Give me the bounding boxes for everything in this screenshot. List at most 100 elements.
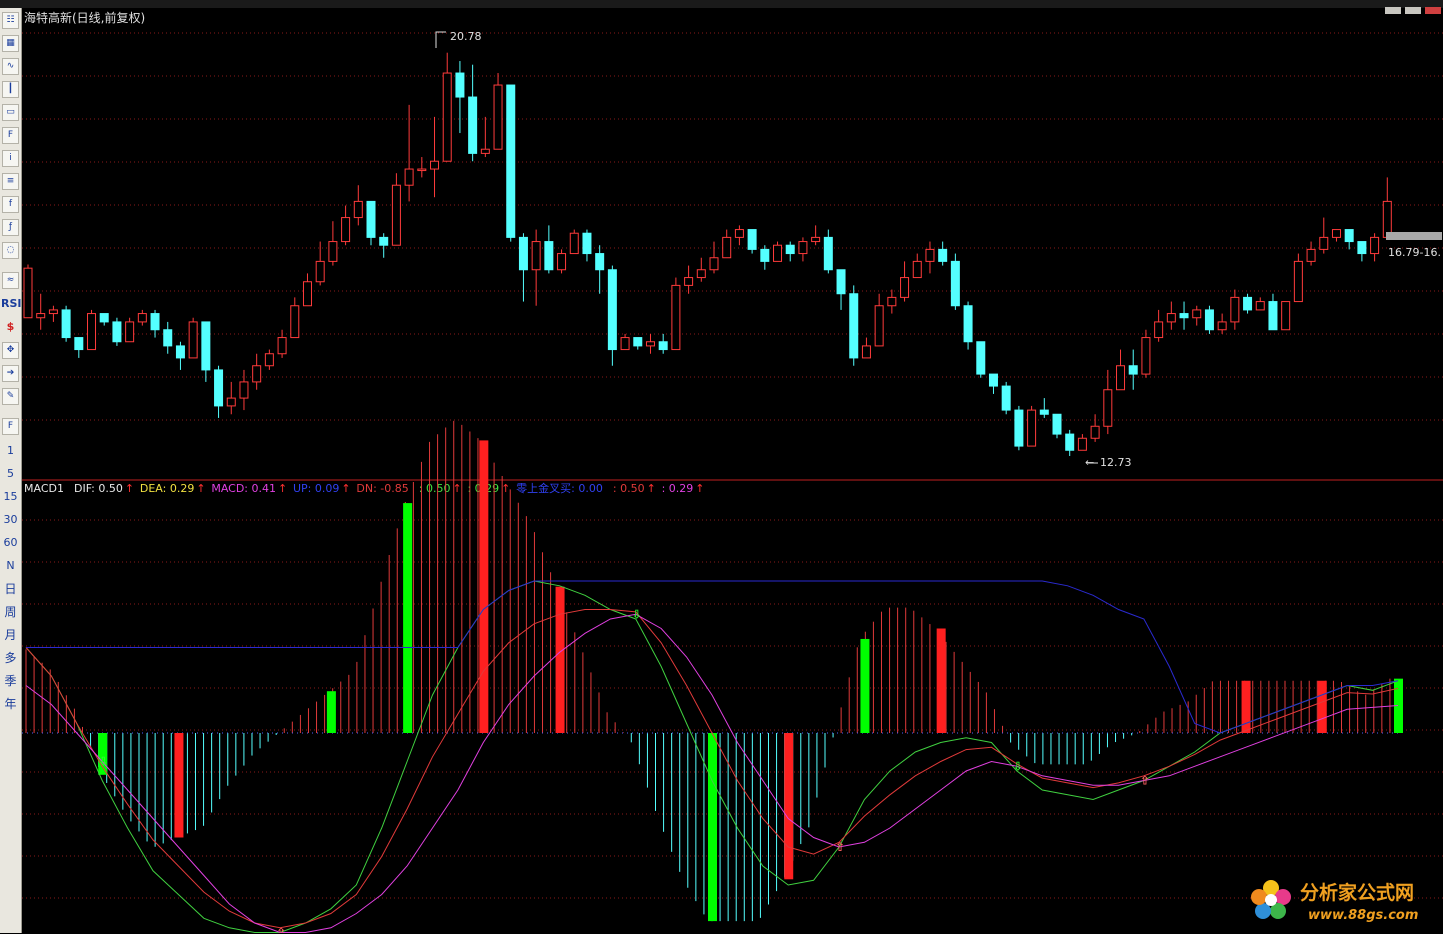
candle-down bbox=[1179, 313, 1189, 319]
period-30min-button[interactable]: 30 bbox=[1, 510, 20, 529]
fx-icon[interactable]: f bbox=[2, 196, 19, 213]
watermark-url: www.88gs.com bbox=[1308, 908, 1418, 923]
f10-icon[interactable]: F bbox=[2, 127, 19, 144]
candle-up bbox=[773, 244, 783, 262]
candle-up bbox=[125, 321, 135, 343]
notes-icon[interactable]: ≡ bbox=[2, 173, 19, 190]
move-icon[interactable]: ✥ bbox=[2, 342, 19, 359]
candle-up bbox=[861, 345, 871, 359]
candle-down bbox=[112, 321, 122, 343]
period-day-button[interactable]: 日 bbox=[1, 580, 20, 599]
legend-item: MACD: 0.41 bbox=[211, 482, 276, 495]
candle-up bbox=[1230, 296, 1240, 323]
macd-block bbox=[479, 440, 489, 733]
info-icon[interactable]: i bbox=[2, 150, 19, 167]
legend-item: DIF: 0.50 bbox=[74, 482, 123, 495]
candle-up bbox=[315, 260, 325, 283]
candle-up bbox=[1293, 260, 1303, 303]
formula-icon[interactable]: ƒ bbox=[2, 219, 19, 236]
macd-block bbox=[1241, 680, 1251, 733]
candle-up bbox=[900, 277, 910, 298]
macd-histogram bbox=[22, 420, 1403, 922]
candle-down bbox=[1344, 229, 1354, 243]
wave-icon[interactable]: ≈ bbox=[2, 272, 19, 289]
window-icon[interactable]: ▭ bbox=[2, 104, 19, 121]
candle-down bbox=[61, 309, 71, 339]
candle-down bbox=[518, 236, 528, 271]
candle-up bbox=[226, 397, 236, 407]
period-60min-button[interactable]: 60 bbox=[1, 533, 20, 552]
macd-block bbox=[403, 503, 413, 733]
candle-up bbox=[1166, 313, 1176, 323]
stock-title: 海特高新(日线,前复权) bbox=[24, 10, 145, 25]
period-quarter-button[interactable]: 季 bbox=[1, 672, 20, 691]
candle-up bbox=[620, 337, 630, 351]
candle-up bbox=[1090, 425, 1100, 439]
candle-up bbox=[671, 284, 681, 351]
period-1min-button[interactable]: 1 bbox=[1, 441, 20, 460]
macd-block bbox=[784, 733, 794, 880]
current-price-label: 16.79-16. bbox=[1388, 246, 1441, 259]
candle-up bbox=[1281, 301, 1291, 331]
period-n-button[interactable]: N bbox=[1, 556, 20, 575]
candle-down bbox=[1243, 296, 1253, 311]
candle-up bbox=[925, 248, 935, 262]
candle-up bbox=[430, 160, 440, 170]
window-controls[interactable] bbox=[1383, 0, 1443, 14]
candle-up bbox=[277, 337, 287, 355]
f5-icon[interactable]: F bbox=[2, 418, 19, 435]
candle-up bbox=[531, 241, 541, 271]
legend-up-arrow: ↑ bbox=[647, 482, 656, 495]
candle-down bbox=[379, 236, 389, 246]
candle-down bbox=[506, 84, 516, 238]
candle-down bbox=[99, 313, 109, 323]
candle-up bbox=[87, 313, 97, 351]
candle-up bbox=[811, 236, 821, 243]
candle-up bbox=[328, 241, 338, 262]
period-5min-button[interactable]: 5 bbox=[1, 464, 20, 483]
period-month-button[interactable]: 月 bbox=[1, 626, 20, 645]
candle-up bbox=[1141, 337, 1151, 375]
candle-up bbox=[353, 200, 363, 219]
candle-down bbox=[582, 232, 592, 255]
candle-down bbox=[468, 96, 478, 154]
pencil-icon[interactable]: ✎ bbox=[2, 388, 19, 405]
candle-down bbox=[1052, 413, 1062, 435]
candle-up bbox=[1370, 236, 1380, 255]
zoom-icon[interactable]: ◌ bbox=[2, 242, 19, 259]
rsi-button[interactable]: RSI bbox=[1, 294, 22, 313]
candle-up bbox=[290, 305, 300, 339]
candle-up bbox=[23, 267, 33, 319]
macd-block bbox=[708, 733, 717, 922]
candle-down bbox=[366, 200, 376, 238]
candle-up bbox=[341, 217, 351, 243]
candle-down bbox=[1204, 309, 1214, 331]
chart-area[interactable]: 海特高新(日线,前复权) 20.78 ← 12.73 16.79-16. MAC… bbox=[22, 8, 1443, 933]
macd-block bbox=[174, 733, 184, 838]
line-chart-icon[interactable]: ∿ bbox=[2, 58, 19, 75]
period-year-button[interactable]: 年 bbox=[1, 695, 20, 714]
candle-down bbox=[607, 269, 617, 351]
quote-list-icon[interactable]: ☷ bbox=[2, 12, 19, 29]
candle-down bbox=[963, 305, 973, 343]
candle-up bbox=[684, 277, 694, 286]
table-icon[interactable]: ▦ bbox=[2, 35, 19, 52]
signal-arrows: ⇩ ⇧ ⇩ ⇧ ⇩ ⇧ bbox=[98, 607, 1150, 933]
legend-item: 零上金叉买: 0.00 bbox=[516, 481, 603, 495]
dollar-button[interactable]: $ bbox=[1, 317, 20, 336]
candle-down bbox=[1065, 433, 1075, 451]
candle-up bbox=[480, 148, 490, 154]
candle-chart-icon[interactable]: ┃ bbox=[2, 81, 19, 98]
legend-item: UP: 0.09 bbox=[293, 482, 339, 495]
legend-item: DEA: 0.29 bbox=[140, 482, 194, 495]
arrow-right-icon[interactable]: ➔ bbox=[2, 365, 19, 382]
flower-logo-icon bbox=[1251, 880, 1291, 919]
candle-up bbox=[493, 84, 503, 150]
candle-down bbox=[760, 248, 770, 262]
period-15min-button[interactable]: 15 bbox=[1, 487, 20, 506]
candle-down bbox=[74, 337, 84, 351]
period-week-button[interactable]: 周 bbox=[1, 603, 20, 622]
legend-up-arrow: ↑ bbox=[125, 482, 134, 495]
period-multi-button[interactable]: 多 bbox=[1, 649, 20, 668]
title-bar bbox=[0, 0, 1443, 8]
